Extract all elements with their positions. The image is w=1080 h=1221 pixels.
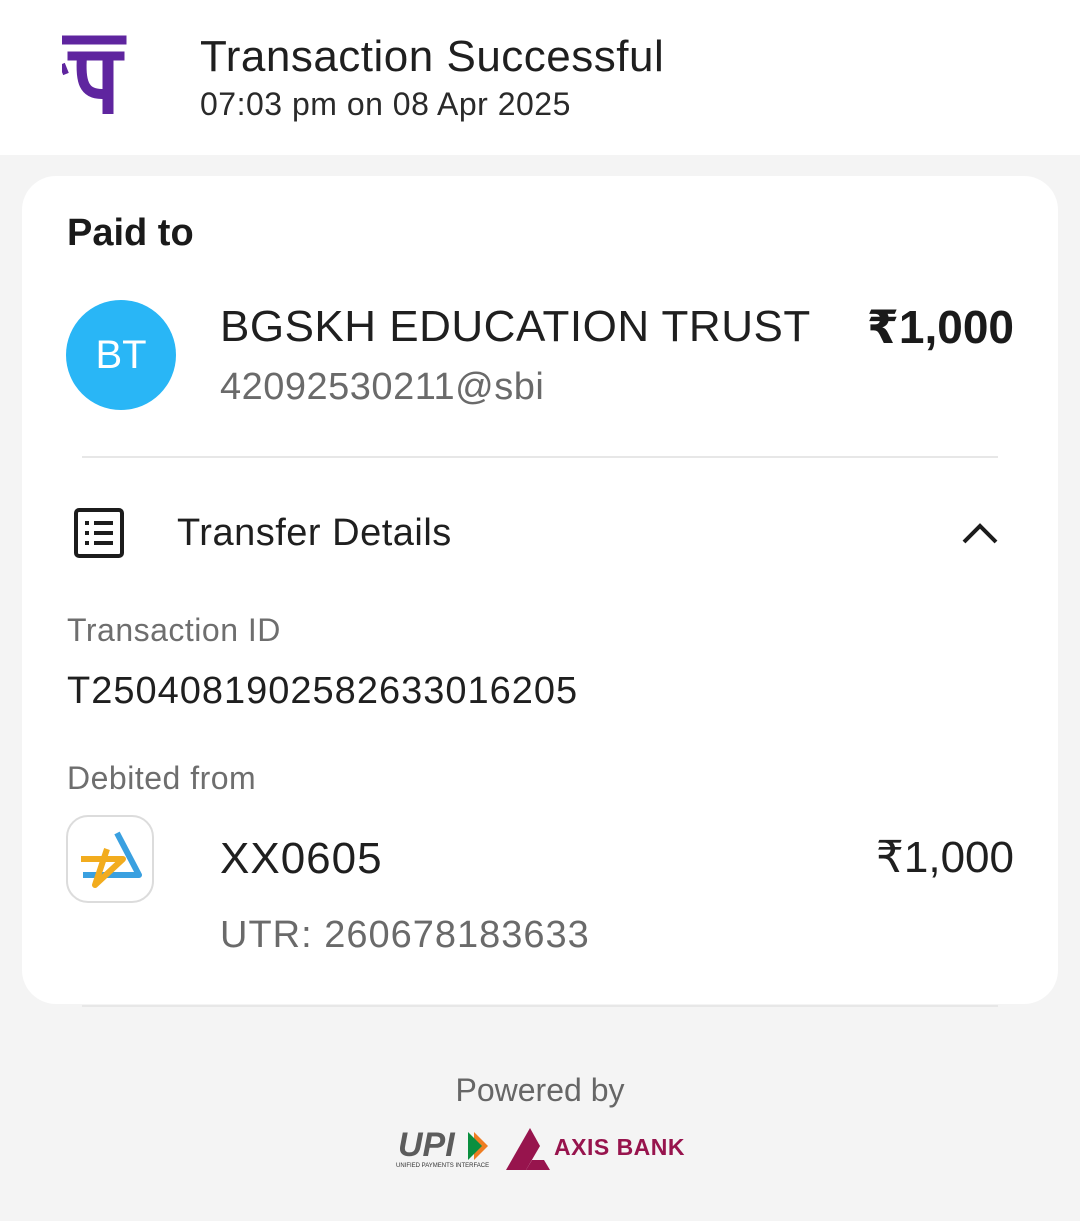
axis-bank-logo-icon: [506, 1128, 550, 1170]
svg-text:UPI: UPI: [398, 1126, 456, 1164]
utr-number: UTR: 260678183633: [220, 914, 590, 956]
powered-by-label: Powered by: [455, 1072, 625, 1108]
transfer-details-title[interactable]: Transfer Details: [177, 512, 452, 555]
transaction-card: Paid to BT BGSKH EDUCATION TRUST 4209253…: [22, 176, 1058, 1004]
payee-avatar: BT: [66, 300, 176, 410]
partner-logos: UPI UNIFIED PAYMENTS INTERFACE AXIS BANK: [394, 1124, 694, 1174]
sbi-yono-icon: [81, 831, 142, 888]
debited-amount: ₹1,000: [875, 833, 1014, 882]
header: Transaction Successful 07:03 pm on 08 Ap…: [0, 0, 1080, 155]
bank-icon: [66, 815, 154, 903]
transaction-timestamp: 07:03 pm on 08 Apr 2025: [200, 86, 571, 122]
divider: [82, 456, 998, 458]
debited-from-label: Debited from: [67, 760, 257, 796]
card-bottom-divider: [82, 1005, 998, 1007]
axis-bank-text: AXIS BANK: [554, 1134, 686, 1160]
upi-logo-icon: UPI UNIFIED PAYMENTS INTERFACE: [396, 1126, 489, 1169]
phonepe-logo-icon: [62, 35, 127, 114]
avatar-initials: BT: [95, 332, 147, 377]
payee-name: BGSKH EDUCATION TRUST: [220, 302, 811, 351]
svg-text:UNIFIED PAYMENTS INTERFACE: UNIFIED PAYMENTS INTERFACE: [396, 1163, 489, 1169]
debit-account-number: XX0605: [220, 834, 383, 883]
paid-to-heading: Paid to: [67, 212, 194, 254]
receipt-list-icon: [74, 508, 124, 558]
paid-amount: ₹1,000: [866, 301, 1014, 353]
payee-upi-id: 42092530211@sbi: [220, 366, 545, 408]
page-title: Transaction Successful: [200, 32, 665, 81]
chevron-up-icon[interactable]: [960, 518, 1000, 548]
transaction-id-label: Transaction ID: [67, 612, 281, 648]
transaction-id-value: T2504081902582633016205: [67, 670, 579, 712]
